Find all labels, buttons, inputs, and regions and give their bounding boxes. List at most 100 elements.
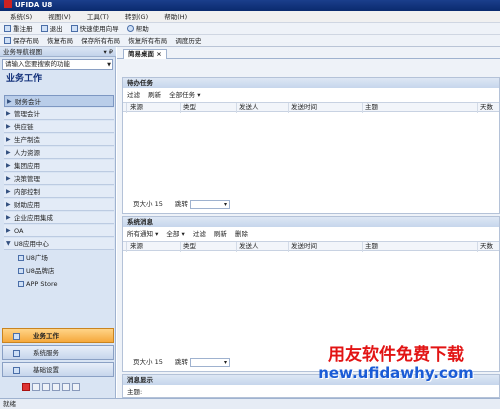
store-icon <box>18 268 24 274</box>
nav-item-supply-chain[interactable]: ▶ 供应链 <box>4 121 114 133</box>
save-all-layouts-button[interactable]: 保存所有布局 <box>81 35 120 47</box>
restore-all-layouts-button[interactable]: 恢复所有布局 <box>128 35 167 47</box>
expand-arrow-icon: ▶ <box>7 98 12 105</box>
nav-item-manufacturing[interactable]: ▶ 生产制造 <box>4 134 114 146</box>
expand-arrow-icon: ▶ <box>6 175 11 182</box>
window-title-bar: UFIDA U8 <box>0 0 500 11</box>
expand-arrow-icon: ▶ <box>6 188 11 195</box>
nav-item-u8-app-center[interactable]: ▼ U8应用中心 <box>4 238 114 250</box>
col-send-time[interactable]: 发送时间 <box>289 103 363 113</box>
exit-button[interactable]: 退出 <box>40 23 63 35</box>
wizard-icon <box>70 25 78 32</box>
pin-icon[interactable]: ▾ ₽ <box>104 47 113 57</box>
todo-pager: 页大小 15 跳转 <box>133 198 231 211</box>
col-type[interactable]: 类型 <box>181 242 237 252</box>
expand-arrow-icon: ▶ <box>6 201 11 208</box>
menu-system[interactable]: 系统(S) <box>10 11 32 23</box>
nav-item-decision[interactable]: ▶ 决策管理 <box>4 173 114 185</box>
restore-layout-button[interactable]: 恢复布局 <box>47 35 73 47</box>
col-type[interactable]: 类型 <box>181 103 237 113</box>
nav-item-hr[interactable]: ▶ 人力资源 <box>4 147 114 159</box>
link-icon[interactable] <box>32 383 40 391</box>
workspace-tab-bar: 简易桌面 × <box>117 47 500 59</box>
watermark-line-1: 用友软件免费下载 <box>328 345 464 365</box>
save-icon <box>4 37 11 44</box>
help-icon <box>126 25 134 32</box>
menu-help[interactable]: 帮助(H) <box>164 11 187 23</box>
expand-arrow-icon: ▶ <box>6 136 11 143</box>
app-logo-icon <box>4 0 12 8</box>
col-sender[interactable]: 发送人 <box>237 242 289 252</box>
quick-guide-button[interactable]: 快速使用向导 <box>70 23 119 35</box>
col-days[interactable]: 天数 <box>478 103 500 113</box>
sub-item-u8-square[interactable]: U8广场 <box>18 252 48 264</box>
expand-arrow-icon: ▶ <box>6 123 11 130</box>
message-subject-label: 主题: <box>127 388 143 396</box>
status-bar: 就绪 <box>0 398 500 409</box>
expand-arrow-icon: ▶ <box>6 110 11 117</box>
menu-view[interactable]: 视图(V) <box>48 11 71 23</box>
col-source[interactable]: 来源 <box>128 103 181 113</box>
sub-item-app-store[interactable]: APP Store <box>18 278 58 290</box>
basic-settings-button[interactable]: 基础设置 <box>2 362 114 377</box>
schedule-history-button[interactable]: 调度历史 <box>175 35 201 47</box>
todo-title: 待办任务 <box>123 78 499 88</box>
col-source[interactable]: 来源 <box>128 242 181 252</box>
copy-icon[interactable] <box>62 383 70 391</box>
exit-icon <box>40 25 48 32</box>
nav-item-finance[interactable]: ▶ 财务会计 <box>4 95 114 107</box>
expand-arrow-icon: ▶ <box>6 162 11 169</box>
table-icon[interactable] <box>42 383 50 391</box>
close-icon[interactable]: × <box>156 50 161 58</box>
jump-page-select[interactable] <box>190 199 231 211</box>
nav-item-assist-apps[interactable]: ▶ 财助应用 <box>4 199 114 211</box>
business-work-button[interactable]: 业务工作 <box>2 328 114 343</box>
messages-grid-header: 来源 类型 发送人 发送时间 主题 天数 <box>123 241 500 252</box>
todo-refresh-button[interactable]: 刷新 <box>148 91 161 99</box>
expand-arrow-icon: ▶ <box>6 214 11 221</box>
nav-item-internal-control[interactable]: ▶ 内部控制 <box>4 186 114 198</box>
save-layout-button[interactable]: 保存布局 <box>4 35 39 47</box>
nav-item-oa[interactable]: ▶ OA <box>4 225 114 237</box>
nav-item-management-accounting[interactable]: ▶ 管理会计 <box>4 108 114 120</box>
messages-refresh-button[interactable]: 刷新 <box>214 230 227 238</box>
nav-item-group-apps[interactable]: ▶ 集团应用 <box>4 160 114 172</box>
nav-item-enterprise-integration[interactable]: ▶ 企业应用集成 <box>4 212 114 224</box>
messages-filter-button[interactable]: 过滤 <box>193 230 206 238</box>
window-title: UFIDA U8 <box>15 1 53 9</box>
messages-title: 系统消息 <box>123 217 499 227</box>
settings-small-icon[interactable] <box>72 383 80 391</box>
tab-simple-desktop[interactable]: 简易桌面 × <box>123 49 167 59</box>
col-days[interactable]: 天数 <box>478 242 500 252</box>
col-sender[interactable]: 发送人 <box>237 103 289 113</box>
edit-icon[interactable] <box>52 383 60 391</box>
settings-icon <box>13 367 20 374</box>
chevron-down-icon[interactable]: ▼ <box>107 61 111 70</box>
col-send-time[interactable]: 发送时间 <box>289 242 363 252</box>
menu-goto[interactable]: 转到(G) <box>125 11 148 23</box>
close-icon[interactable] <box>22 383 30 391</box>
col-subject[interactable]: 主题 <box>363 242 478 252</box>
business-nav-panel: 业务导航视图 ▾ ₽ 请输入您要搜索的功能 ▼ 业务工作 ▶ 财务会计 ▶ 管理会计… <box>0 47 116 398</box>
help-button[interactable]: 帮助 <box>126 23 149 35</box>
expand-arrow-icon: ▶ <box>6 149 11 156</box>
main-toolbar: 重注册 退出 快速使用向导 帮助 <box>0 23 500 35</box>
messages-delete-button[interactable]: 删除 <box>235 230 248 238</box>
col-subject[interactable]: 主题 <box>363 103 478 113</box>
collapse-arrow-icon: ▼ <box>6 240 11 247</box>
menu-bar: 系统(S) 视图(V) 工具(T) 转到(G) 帮助(H) <box>0 11 500 23</box>
page-size-input[interactable]: 15 <box>155 358 163 366</box>
sub-item-u8-brand-store[interactable]: U8品牌店 <box>18 265 54 277</box>
menu-tools[interactable]: 工具(T) <box>87 11 109 23</box>
function-search-input[interactable]: 请输入您要搜索的功能 ▼ <box>2 59 113 70</box>
page-size-input[interactable]: 15 <box>155 200 163 208</box>
all-notices-dropdown[interactable]: 所有通知 ▾ <box>127 230 158 238</box>
todo-all-tasks-dropdown[interactable]: 全部任务 ▾ <box>169 91 200 99</box>
todo-tasks-panel: 待办任务 过滤 刷新 全部任务 ▾ 来源 类型 发送人 发送时间 主题 天数 页… <box>122 77 500 214</box>
todo-filter-button[interactable]: 过滤 <box>127 91 140 99</box>
all-dropdown[interactable]: 全部 ▾ <box>166 230 184 238</box>
watermark-line-2: new.ufidawhy.com <box>318 364 474 382</box>
jump-page-select[interactable] <box>190 357 231 369</box>
reregister-button[interactable]: 重注册 <box>4 23 33 35</box>
system-service-button[interactable]: 系统服务 <box>2 345 114 360</box>
